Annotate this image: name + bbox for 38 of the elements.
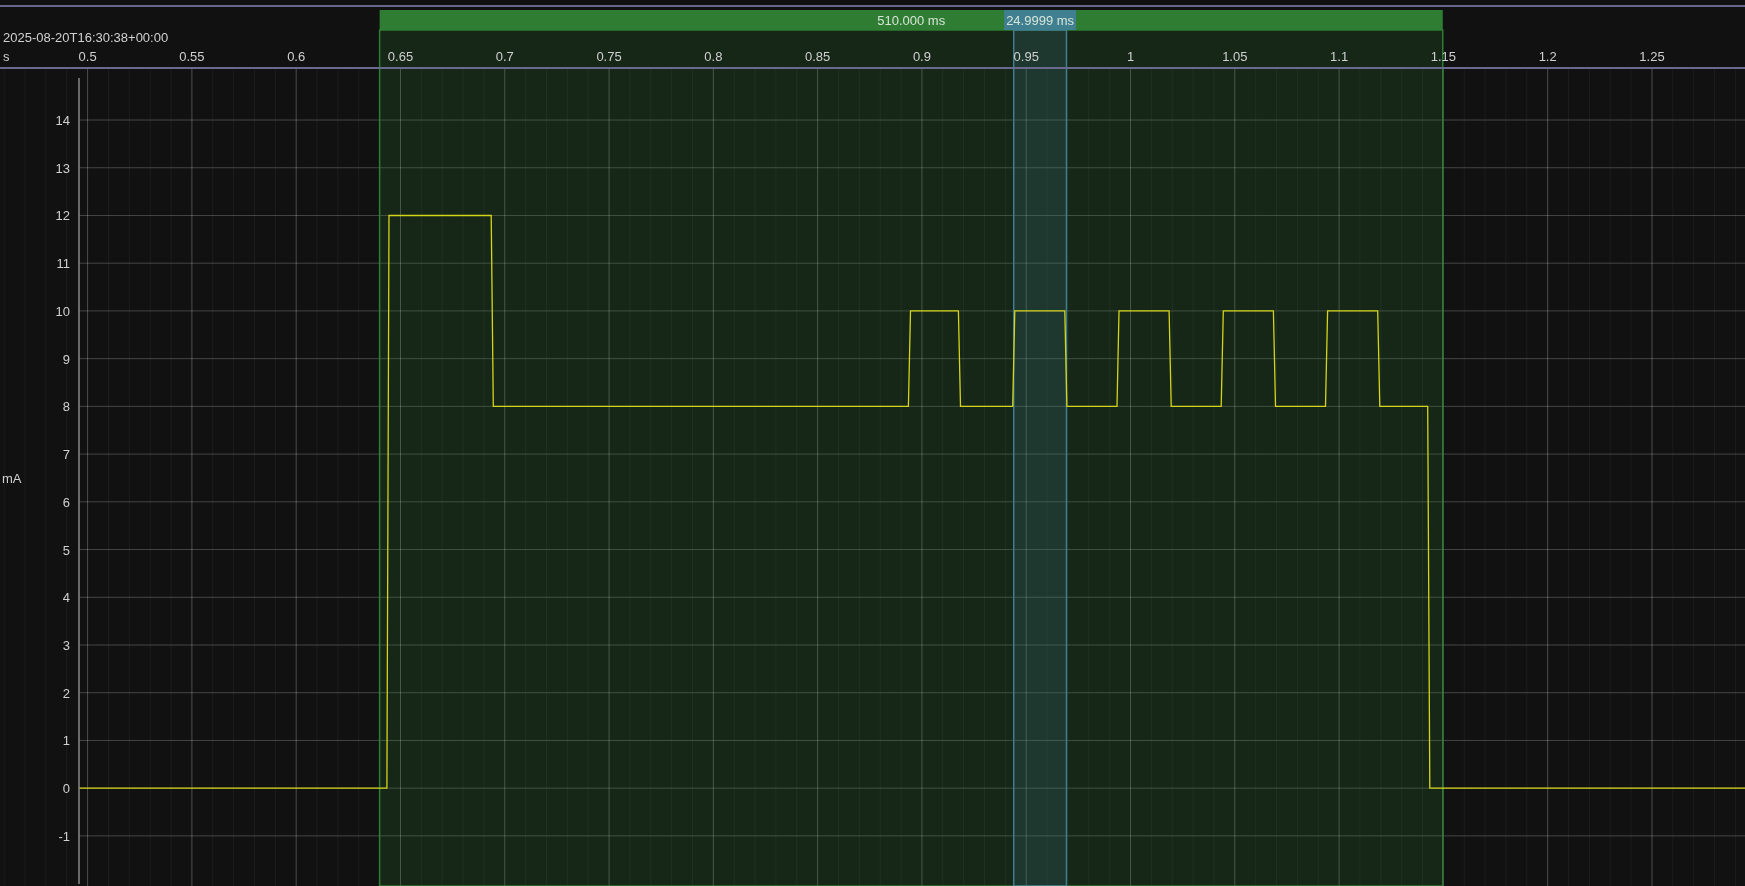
timestamp-label: 2025-08-20T16:30:38+00:00: [3, 30, 169, 45]
y-tick-label: 7: [62, 447, 70, 463]
y-tick-label: 12: [55, 208, 70, 224]
y-tick-label: 2: [62, 685, 70, 701]
y-unit-label: mA: [2, 471, 22, 486]
x-tick-label: 0.6: [287, 49, 306, 64]
x-tick-label: 1.05: [1222, 49, 1248, 64]
x-unit-label: s: [3, 49, 10, 64]
duration-tag[interactable]: 24.9999 ms: [1004, 10, 1077, 30]
x-tick-label: 0.5: [78, 49, 97, 64]
x-tick-label: 0.65: [387, 49, 414, 64]
y-tick-label: 1: [62, 733, 70, 749]
y-tick-label: 8: [62, 399, 70, 415]
y-tick-label: 14: [55, 113, 70, 128]
x-tick-label: 0.8: [704, 49, 723, 64]
y-tick-label: 4: [62, 590, 70, 606]
x-tick-label: 1: [1126, 49, 1135, 64]
x-tick-label: 0.95: [1013, 49, 1039, 64]
x-tick-label: 1.15: [1430, 49, 1457, 64]
x-tick-label: 1.2: [1538, 49, 1557, 64]
x-tick-label: 0.9: [912, 49, 931, 64]
y-tick-label: -1: [58, 828, 70, 844]
x-tick-label: 1.25: [1639, 49, 1665, 64]
x-tick-label: 0.85: [805, 49, 831, 64]
shaded-band[interactable]: [1012, 29, 1068, 886]
y-tick-label: 13: [55, 160, 70, 176]
x-tick-label: 0.55: [179, 49, 205, 64]
y-tick-label: 10: [55, 303, 70, 319]
x-tick-label: 0.7: [495, 49, 514, 64]
y-tick-label: 6: [62, 494, 70, 510]
y-tick-label: 11: [56, 256, 70, 272]
x-tick-label: 1.1: [1330, 49, 1349, 64]
y-tick-label: 3: [62, 638, 70, 653]
y-tick-label: 5: [62, 542, 70, 558]
y-tick-label: 0: [62, 781, 70, 797]
y-tick-label: 9: [62, 351, 70, 367]
x-tick-label: 0.75: [596, 49, 622, 64]
band-label: 510.000 ms: [877, 13, 946, 28]
